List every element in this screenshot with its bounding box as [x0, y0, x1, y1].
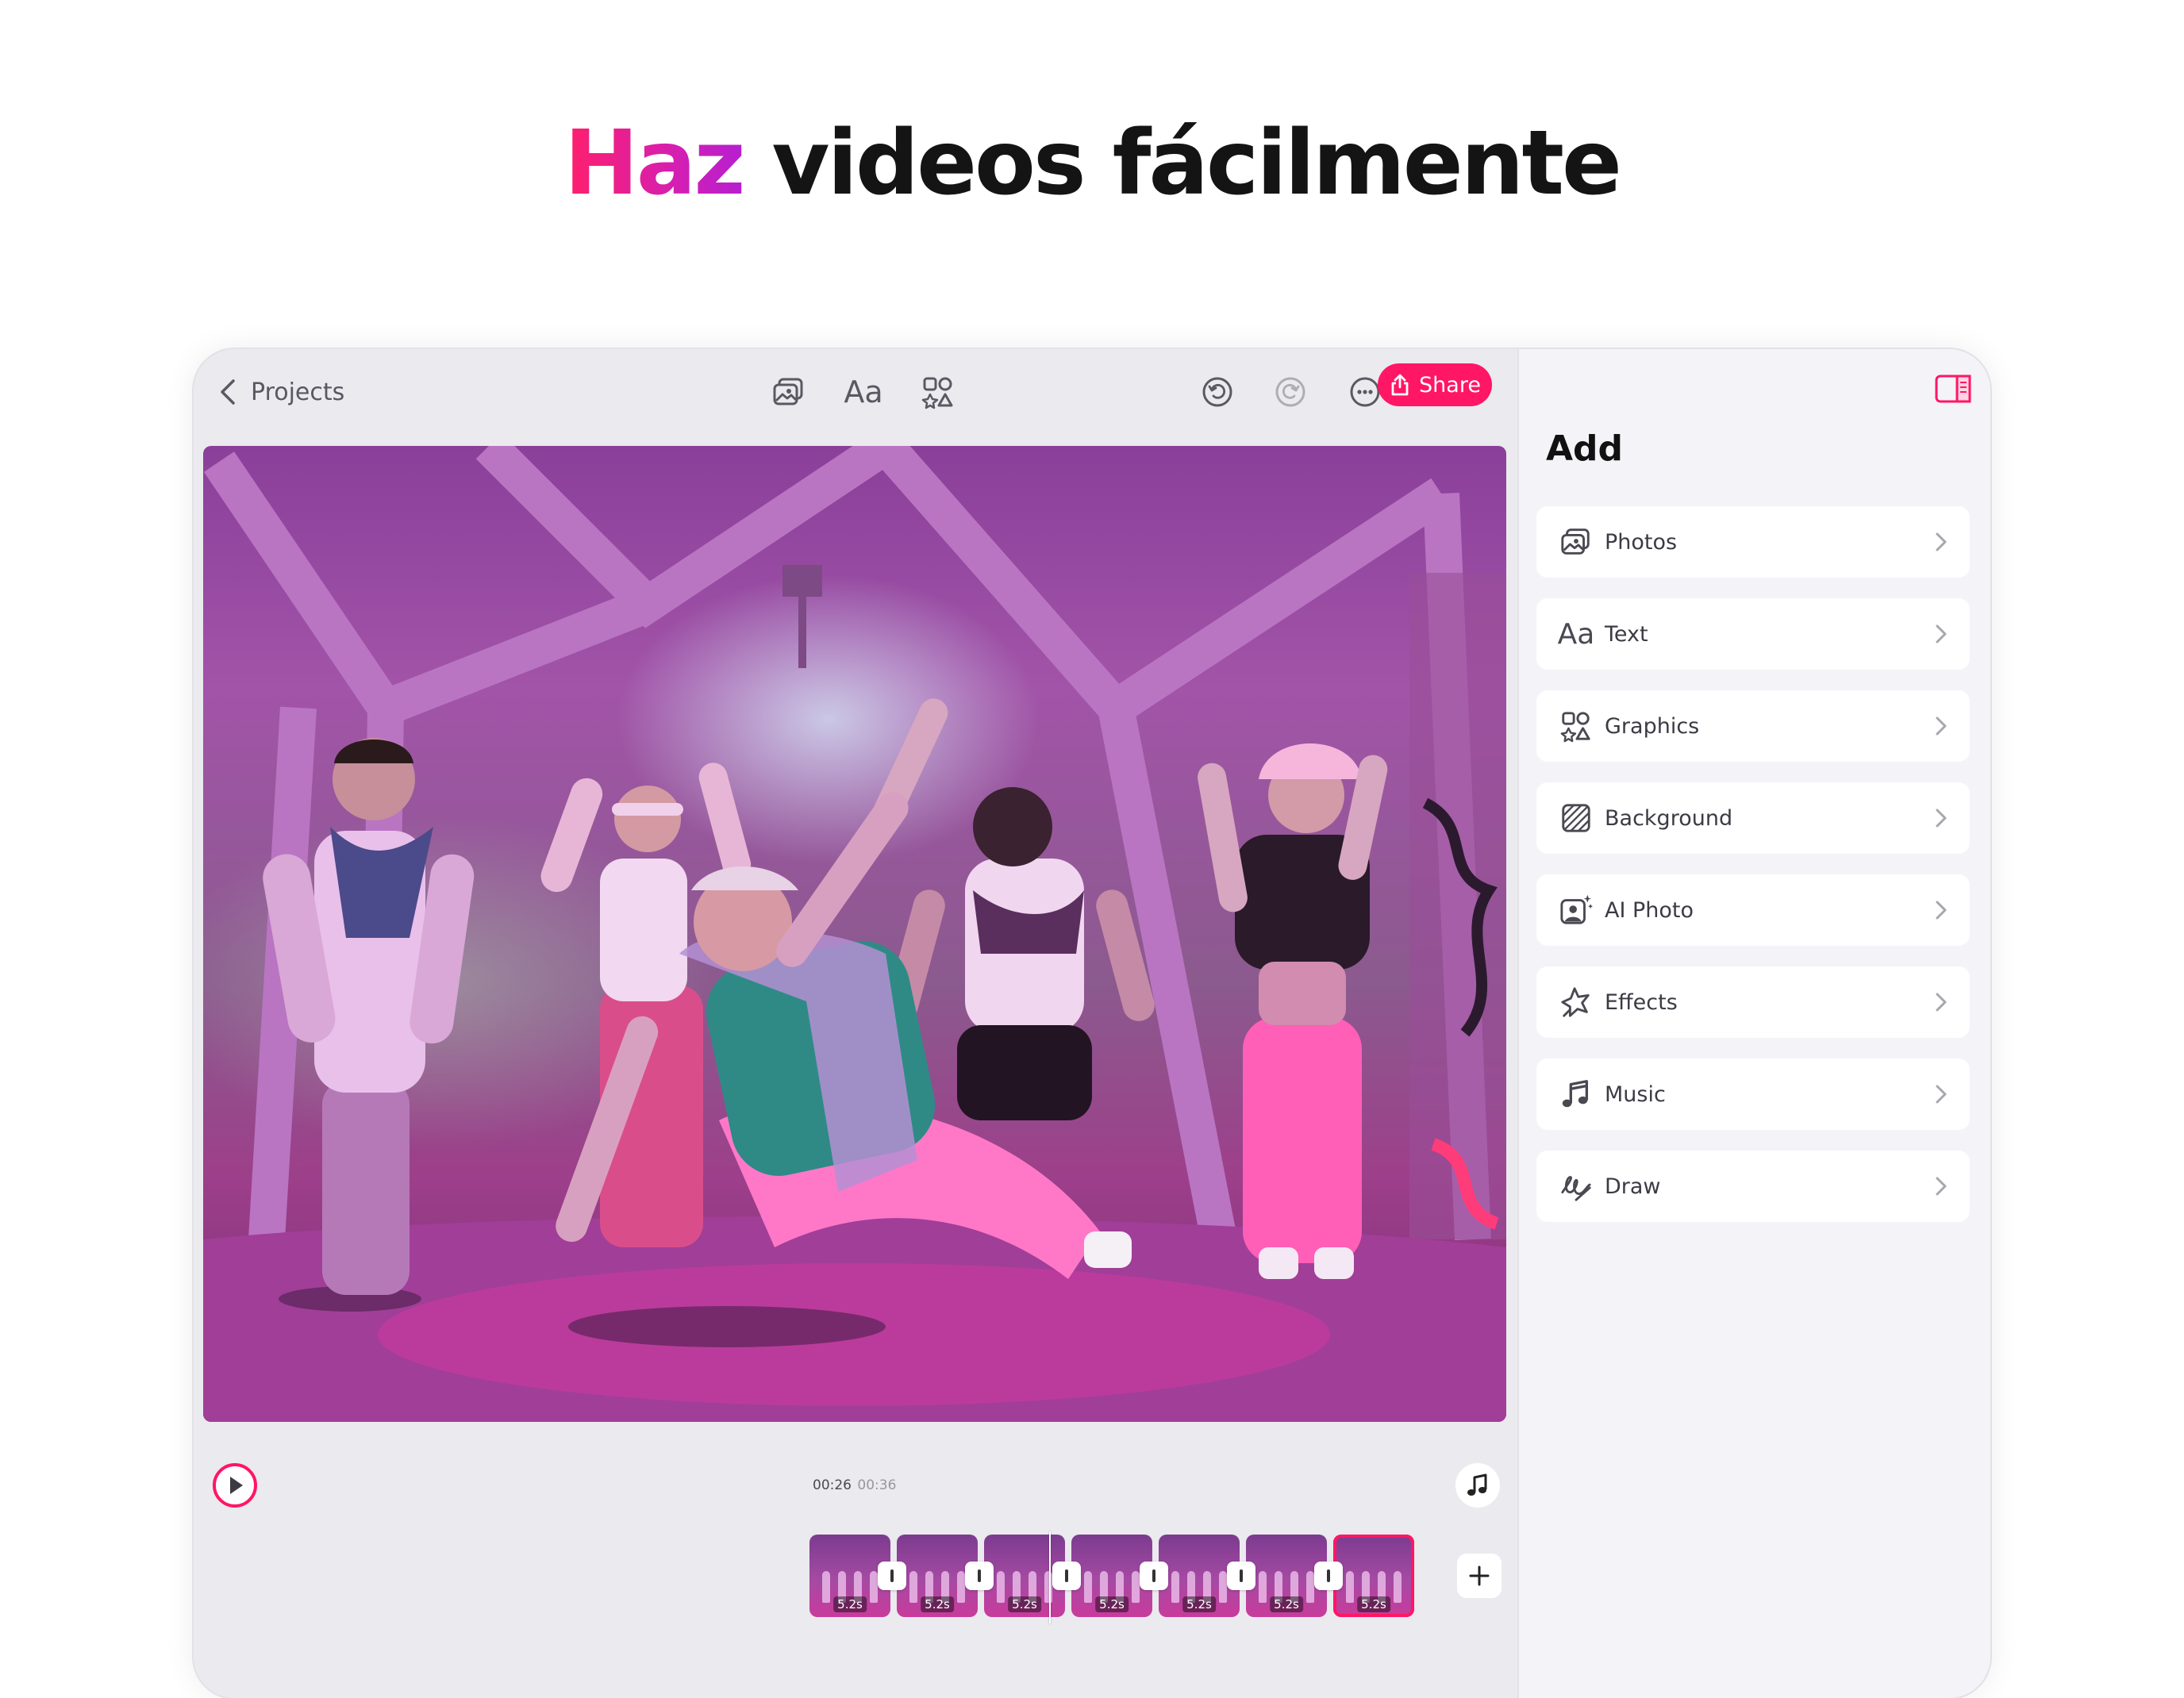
undo-icon	[1202, 377, 1232, 407]
chevron-right-icon	[1936, 901, 1947, 920]
add-clip-button[interactable]	[1457, 1554, 1502, 1598]
share-icon	[1391, 374, 1409, 396]
video-preview[interactable]	[203, 446, 1506, 1422]
add-music-item[interactable]: Music	[1536, 1058, 1970, 1130]
item-label: Effects	[1605, 989, 1678, 1015]
add-ai-photo-item[interactable]: AI Photo	[1536, 874, 1970, 946]
add-photos-toolbar-button[interactable]	[765, 368, 813, 416]
timeline-clip-selected[interactable]: 5.2s	[1333, 1535, 1414, 1617]
add-draw-item[interactable]: Draw	[1536, 1151, 1970, 1222]
tablet-app-window: Projects Aa Share 00:26 00:36 5.2s 5.2s …	[194, 349, 1990, 1698]
draw-icon	[1561, 1176, 1591, 1201]
transition-icon	[890, 1569, 894, 1582]
transition-icon	[1240, 1569, 1243, 1582]
clip-duration: 5.2s	[1270, 1596, 1303, 1612]
plus-icon	[1469, 1565, 1490, 1586]
item-label: Draw	[1605, 1174, 1661, 1199]
redo-icon	[1275, 377, 1305, 407]
photos-icon	[773, 378, 803, 405]
background-icon	[1562, 804, 1590, 832]
playhead[interactable]	[1049, 1531, 1051, 1623]
chevron-right-icon	[1936, 1177, 1947, 1196]
transition-button[interactable]	[1227, 1562, 1255, 1590]
add-graphics-toolbar-button[interactable]	[914, 368, 962, 416]
transition-button[interactable]	[878, 1562, 906, 1590]
panel-title: Add	[1546, 428, 1624, 469]
effects-icon	[1561, 987, 1590, 1017]
undo-button[interactable]	[1194, 368, 1241, 416]
clip-duration: 5.2s	[1008, 1596, 1041, 1612]
add-background-item[interactable]: Background	[1536, 782, 1970, 854]
add-text-toolbar-button[interactable]: Aa	[840, 368, 887, 416]
text-aa-icon: Aa	[844, 375, 883, 409]
transition-icon	[1327, 1569, 1330, 1582]
text-aa-icon: Aa	[1557, 617, 1595, 651]
ai-photo-icon	[1560, 894, 1593, 924]
clip-duration: 5.2s	[1357, 1596, 1390, 1612]
chevron-right-icon	[1936, 624, 1947, 643]
music-note-icon	[1467, 1473, 1487, 1496]
music-icon	[1562, 1080, 1589, 1108]
add-graphics-item[interactable]: Graphics	[1536, 690, 1970, 762]
add-photos-item[interactable]: Photos	[1536, 506, 1970, 578]
chevron-right-icon	[1936, 809, 1947, 828]
more-ellipsis-icon	[1350, 377, 1380, 407]
time-display: 00:26 00:36	[813, 1477, 896, 1493]
clip-duration: 5.2s	[833, 1596, 867, 1612]
chevron-right-icon	[1936, 716, 1947, 736]
headline-accent: Haz	[564, 112, 745, 215]
item-label: Background	[1605, 805, 1733, 831]
transition-button[interactable]	[965, 1562, 994, 1590]
editor-area: Projects Aa Share 00:26 00:36 5.2s 5.2s …	[194, 349, 1517, 1698]
add-options-list: Photos Aa Text Graphics Background AI Ph…	[1536, 506, 1970, 1243]
sidebar-toggle-icon[interactable]	[1933, 371, 1973, 406]
clip-duration: 5.2s	[1182, 1596, 1216, 1612]
add-music-button[interactable]	[1455, 1463, 1500, 1508]
item-label: AI Photo	[1605, 897, 1694, 923]
photos-icon	[1561, 528, 1590, 555]
graphics-icon	[921, 377, 953, 409]
headline: Haz videos fácilmente	[0, 119, 2184, 208]
total-time: 00:36	[857, 1477, 897, 1493]
current-time: 00:26	[813, 1477, 852, 1493]
add-panel: Add Photos Aa Text Graphics Background A…	[1517, 349, 1990, 1698]
item-label: Music	[1605, 1081, 1666, 1107]
headline-rest: videos fácilmente	[743, 112, 1622, 215]
clip-duration: 5.2s	[921, 1596, 954, 1612]
add-effects-item[interactable]: Effects	[1536, 966, 1970, 1038]
video-frame-image	[203, 446, 1506, 1422]
transition-button[interactable]	[1140, 1562, 1168, 1590]
transition-button[interactable]	[1052, 1562, 1081, 1590]
chevron-right-icon	[1936, 532, 1947, 551]
clip-duration: 5.2s	[1095, 1596, 1129, 1612]
play-button[interactable]	[211, 1462, 259, 1509]
item-label: Graphics	[1605, 713, 1700, 739]
chevron-left-icon	[221, 379, 235, 405]
chevron-right-icon	[1936, 993, 1947, 1012]
transition-icon	[1152, 1569, 1155, 1582]
share-button[interactable]: Share	[1378, 363, 1492, 406]
transition-icon	[978, 1569, 981, 1582]
transition-icon	[1065, 1569, 1068, 1582]
item-label: Text	[1605, 621, 1648, 647]
redo-button[interactable]	[1267, 368, 1314, 416]
add-text-item[interactable]: Aa Text	[1536, 598, 1970, 670]
chevron-right-icon	[1936, 1085, 1947, 1104]
back-label: Projects	[251, 378, 345, 406]
share-label: Share	[1419, 372, 1481, 398]
back-to-projects-button[interactable]: Projects	[217, 368, 344, 416]
item-label: Photos	[1605, 529, 1678, 555]
graphics-icon	[1560, 712, 1590, 743]
transition-button[interactable]	[1314, 1562, 1343, 1590]
